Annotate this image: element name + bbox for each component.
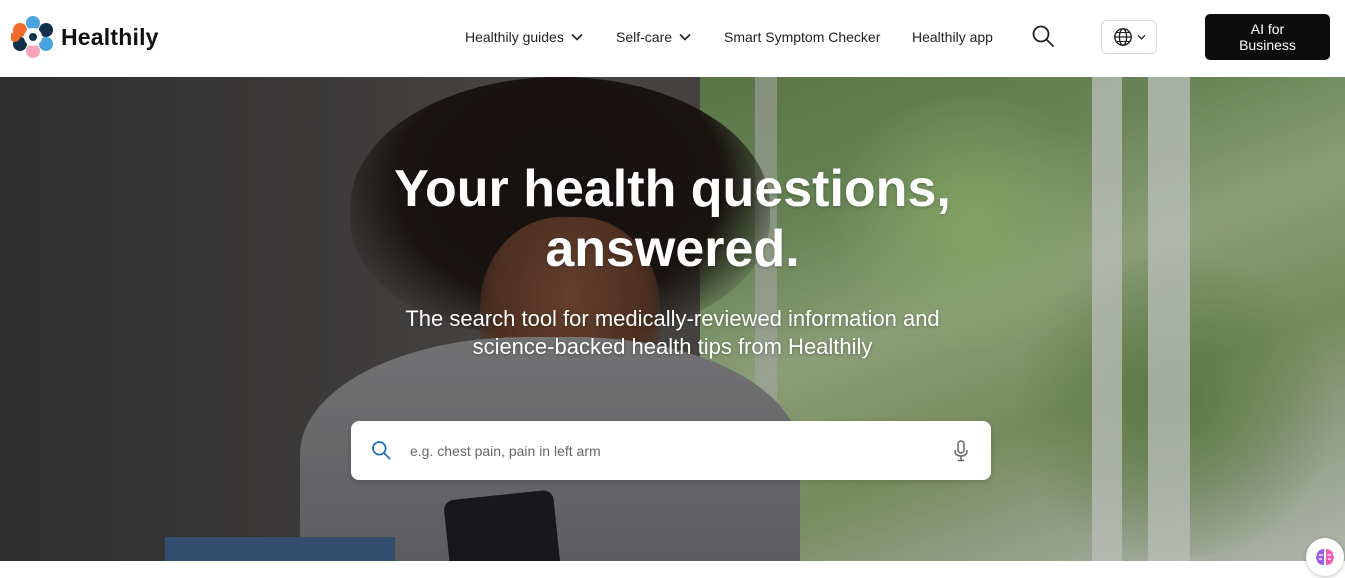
- nav-item-smart-symptom-checker[interactable]: Smart Symptom Checker: [724, 27, 880, 47]
- chevron-down-icon: [679, 33, 691, 41]
- hero-subtitle-line-1: The search tool for medically-reviewed i…: [405, 306, 940, 331]
- language-selector[interactable]: [1101, 20, 1157, 54]
- hero-title-line-1: Your health questions,: [394, 160, 951, 218]
- hero-search-box[interactable]: [351, 421, 991, 480]
- microphone-icon[interactable]: [953, 440, 969, 462]
- nav-item-healthily-guides[interactable]: Healthily guides: [465, 27, 583, 47]
- nav-item-label: Healthily app: [912, 29, 993, 45]
- hero-subtitle-line-2: science-backed health tips from Healthil…: [472, 334, 873, 359]
- cta-line-2: Business: [1239, 37, 1296, 53]
- logo[interactable]: Healthily: [11, 16, 159, 58]
- brain-icon: [1316, 549, 1334, 565]
- symptom-search-input[interactable]: [410, 439, 930, 463]
- hero-title: Your health questions, answered.: [0, 159, 1345, 279]
- chevron-down-icon: [1136, 34, 1146, 40]
- nav-item-label: Smart Symptom Checker: [724, 29, 881, 45]
- header-search-button[interactable]: [1031, 24, 1055, 48]
- search-icon: [372, 441, 391, 460]
- hero-subtitle: The search tool for medically-reviewed i…: [0, 305, 1345, 361]
- logo-text: Healthily: [61, 23, 159, 50]
- ai-for-business-button[interactable]: AI for Business: [1205, 14, 1330, 60]
- nav-item-self-care[interactable]: Self-care: [616, 27, 691, 47]
- hero-section: Your health questions, answered. The sea…: [0, 77, 1345, 561]
- nav-item-label: Self-care: [616, 29, 673, 45]
- chevron-down-icon: [571, 33, 583, 41]
- ai-for-business-label: AI for Business: [1239, 21, 1296, 53]
- healthily-logo-icon: [11, 16, 53, 58]
- cta-line-1: AI for: [1250, 21, 1285, 37]
- nav-item-label: Healthily guides: [465, 29, 564, 45]
- page-below-hero: [0, 561, 1345, 578]
- assistant-launcher-button[interactable]: [1306, 538, 1344, 576]
- hero-title-line-2: answered.: [545, 220, 800, 278]
- nav-item-healthily-app[interactable]: Healthily app: [912, 27, 993, 47]
- globe-icon: [1113, 28, 1132, 46]
- search-icon: [1032, 25, 1054, 47]
- site-header: Healthily Healthily guides Self-care Sma…: [0, 0, 1345, 77]
